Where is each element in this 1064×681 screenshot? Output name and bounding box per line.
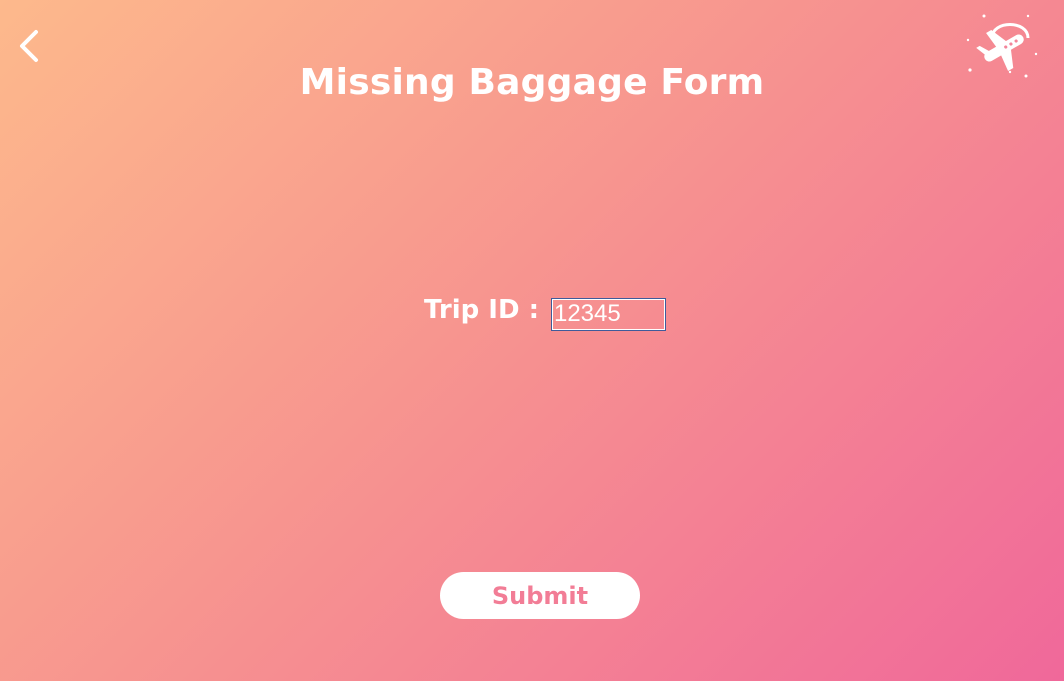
chevron-left-icon bbox=[20, 30, 38, 62]
trip-id-row: Trip ID : bbox=[424, 294, 666, 334]
page-title: Missing Baggage Form bbox=[299, 62, 765, 103]
submit-button[interactable]: Submit bbox=[440, 572, 640, 619]
trip-id-label: Trip ID : bbox=[424, 295, 539, 325]
trip-id-input[interactable] bbox=[550, 297, 666, 331]
back-button[interactable] bbox=[14, 26, 46, 66]
app-logo bbox=[962, 10, 1042, 80]
airplane-globe-icon bbox=[966, 14, 1038, 78]
